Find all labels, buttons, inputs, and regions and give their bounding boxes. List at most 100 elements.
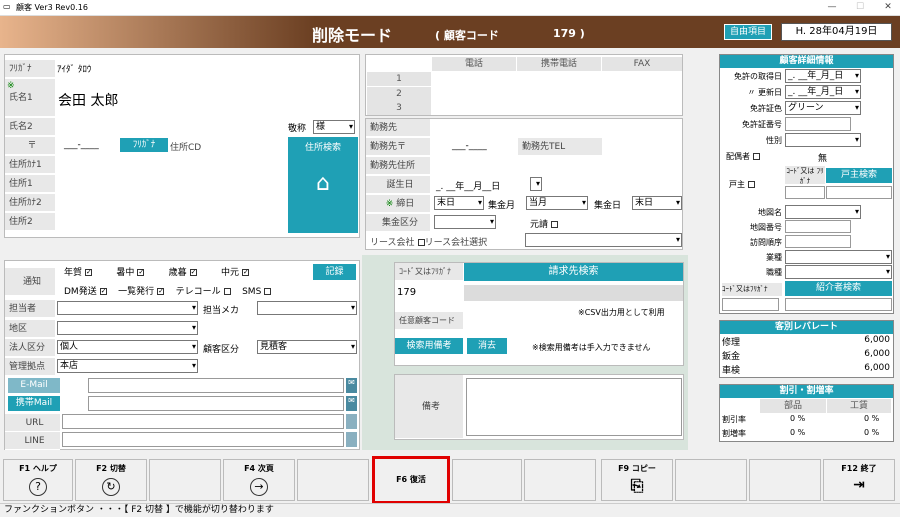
address-kana2-label: 住所ｶﾅ2 — [5, 194, 55, 212]
line-field[interactable] — [62, 432, 344, 447]
corp-type-select[interactable]: 個人 — [57, 340, 198, 354]
f6-restore-button[interactable]: F6 復活 — [372, 456, 450, 504]
email-icon[interactable]: ✉ — [346, 378, 357, 393]
license-number-field[interactable] — [785, 117, 851, 131]
occupation-select[interactable] — [785, 265, 892, 279]
rate-title: 客別レバレート — [720, 321, 893, 334]
list-checkbox[interactable]: ✓ — [157, 288, 165, 295]
furigana-button[interactable]: ﾌﾘｶﾞﾅ — [120, 138, 168, 152]
f7-button[interactable] — [452, 459, 522, 501]
url-scroll[interactable] — [346, 414, 357, 429]
custom-code-label: 任意顧客コード — [395, 312, 463, 330]
f2-switch-button[interactable]: F2 切替 ↻ — [75, 459, 147, 501]
birthday-dropdown[interactable] — [530, 177, 542, 191]
base-select[interactable]: 本店 — [57, 359, 198, 373]
renewal-date-field[interactable]: _. __年_月_日 — [785, 85, 861, 99]
phone-row-2: 2 — [367, 87, 431, 101]
map-number-field[interactable] — [785, 220, 851, 233]
collection-type-label: 集金区分 — [366, 214, 430, 232]
discount-parts[interactable]: 0 % — [790, 414, 805, 423]
email-field[interactable] — [88, 378, 344, 393]
referrer-code-field[interactable] — [722, 298, 779, 311]
mechanic-select[interactable] — [257, 301, 357, 315]
householder-checkbox[interactable] — [748, 181, 755, 188]
name1-field[interactable]: 会田 太郎 — [58, 90, 118, 110]
customer-type-select[interactable]: 見積客 — [257, 340, 357, 354]
billing-code-field[interactable]: 179 — [397, 287, 416, 298]
free-items-button[interactable]: 自由項目 — [724, 24, 772, 40]
rate-row: 修理 6,000 — [722, 335, 890, 348]
zip-field[interactable]: ___-____ — [64, 140, 99, 150]
f3-button[interactable] — [149, 459, 221, 501]
prime-contractor-label: 元請 — [530, 217, 559, 230]
lease-company-select[interactable] — [525, 233, 682, 247]
industry-select[interactable] — [785, 250, 892, 264]
notes-field[interactable] — [466, 378, 682, 436]
shime-select[interactable]: 末日 — [434, 196, 484, 210]
collection-day-select[interactable]: 末日 — [632, 196, 682, 210]
visit-order-field[interactable] — [785, 235, 851, 248]
mobile-mail-field[interactable] — [88, 396, 344, 411]
seibo-checkbox[interactable]: ✓ — [189, 269, 197, 276]
birthday-field[interactable]: _. __年__月__日 — [436, 179, 500, 192]
f9-copy-button[interactable]: F9 コピー ⎘ — [601, 459, 673, 501]
spouse-checkbox[interactable] — [753, 153, 760, 160]
discount-labor[interactable]: 0 % — [864, 414, 879, 423]
close-icon[interactable]: ✕ — [874, 0, 900, 16]
area-select[interactable] — [57, 321, 198, 335]
work-zip-field[interactable]: ___-____ — [452, 141, 487, 151]
referrer-name-field[interactable] — [785, 298, 892, 311]
shochu-checkbox[interactable]: ✓ — [137, 269, 145, 276]
f1-help-button[interactable]: F1 ヘルプ? — [3, 459, 73, 501]
maximize-icon[interactable]: ☐ — [846, 0, 874, 16]
nenga-checkbox[interactable]: ✓ — [85, 269, 93, 276]
keisho-label: 敬称 — [288, 124, 307, 134]
staff-select[interactable] — [57, 301, 198, 315]
license-date-field[interactable]: _. __年_月_日 — [785, 69, 861, 83]
f4-next-page-button[interactable]: F4 次頁 → — [223, 459, 295, 501]
billing-code-label: ｺｰﾄﾞ又はﾌﾘｶﾞﾅ — [395, 263, 463, 281]
surcharge-label: 割増率 — [722, 429, 746, 438]
billing-search-button[interactable]: 請求先検索 — [464, 263, 683, 281]
f10-button[interactable] — [675, 459, 747, 501]
line-label: LINE — [5, 432, 60, 450]
clear-button[interactable]: 消去 — [467, 338, 507, 354]
collection-month-select[interactable]: 当月 — [526, 196, 588, 210]
householder-search-button[interactable]: 戸主検索 — [826, 168, 892, 183]
zip-label: 〒 — [5, 137, 55, 155]
license-color-select[interactable]: グリーン — [785, 101, 861, 115]
surcharge-parts[interactable]: 0 % — [790, 428, 805, 437]
mobile-mail-icon[interactable]: ✉ — [346, 396, 357, 411]
householder-name-field[interactable] — [826, 186, 892, 199]
gender-select[interactable] — [785, 133, 861, 147]
collection-type-select[interactable] — [434, 215, 496, 229]
lease-checkbox[interactable] — [417, 239, 425, 246]
householder-code-field[interactable] — [785, 186, 825, 199]
chugen-checkbox[interactable]: ✓ — [242, 269, 249, 276]
line-scroll[interactable] — [346, 432, 357, 447]
record-button[interactable]: 記録 — [313, 264, 356, 280]
f12-exit-button[interactable]: F12 終了 ⇥ — [823, 459, 895, 501]
email-button[interactable]: E-Mail — [8, 378, 60, 393]
customer-code-label: ( 顧客コード — [435, 29, 499, 42]
prime-contractor-checkbox[interactable] — [551, 221, 559, 228]
dm-checkbox[interactable]: ✓ — [99, 288, 107, 295]
sms-checkbox[interactable] — [264, 288, 272, 295]
rate-row: 鈑金 6,000 — [722, 349, 890, 362]
window-title: 顧客 Ver3 Rev0.16 — [16, 3, 88, 12]
minimize-icon[interactable]: — — [818, 0, 846, 16]
surcharge-labor[interactable]: 0 % — [864, 428, 879, 437]
f11-button[interactable] — [749, 459, 821, 501]
telecall-checkbox[interactable] — [223, 288, 231, 295]
mobile-mail-button[interactable]: 携帯Mail — [8, 396, 60, 411]
address-search-button[interactable]: 住所検索 ⌂ — [288, 137, 358, 233]
keisho-select[interactable]: 様 — [313, 120, 355, 134]
f5-button[interactable] — [297, 459, 369, 501]
referrer-search-button[interactable]: 紹介者検索 — [785, 281, 892, 296]
furigana-field[interactable]: ｱｲﾀﾞ ﾀﾛｳ — [57, 62, 91, 75]
f8-button[interactable] — [524, 459, 596, 501]
map-name-select[interactable] — [785, 205, 861, 219]
csv-note: ※CSV出力用として利用 — [578, 308, 665, 317]
rate-row: 車検 6,000 — [722, 363, 890, 376]
url-field[interactable] — [62, 414, 344, 429]
